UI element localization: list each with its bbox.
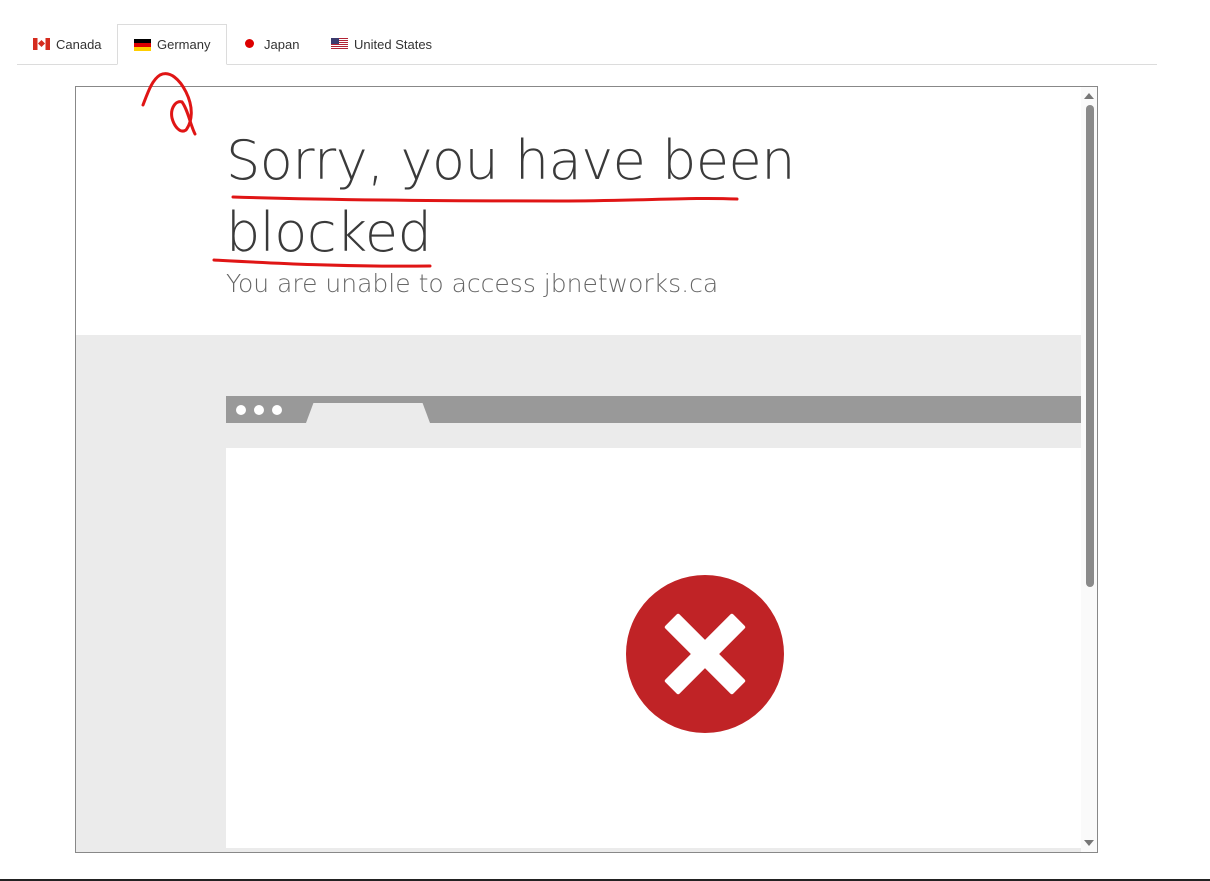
browser-illustration-toolbar xyxy=(226,423,1082,448)
blocked-header: Sorry, you have been blocked You are una… xyxy=(76,87,1082,335)
scroll-down-arrow-icon[interactable] xyxy=(1084,840,1094,846)
country-tab-bar: Canada Germany Japan United States xyxy=(17,24,1157,65)
tab-label: United States xyxy=(354,36,433,52)
page-subtitle: You are unable to access jbnetworks.ca xyxy=(226,269,719,298)
scroll-up-arrow-icon[interactable] xyxy=(1084,93,1094,99)
tab-label: Canada xyxy=(56,36,102,52)
tab-canada[interactable]: Canada xyxy=(17,24,118,64)
vertical-scrollbar[interactable] xyxy=(1081,87,1097,852)
tab-germany[interactable]: Germany xyxy=(117,24,228,65)
window-dot-icon xyxy=(254,405,264,415)
tab-label: Germany xyxy=(157,37,211,52)
scrollbar-thumb[interactable] xyxy=(1086,105,1094,587)
page-title: Sorry, you have been blocked xyxy=(226,129,796,264)
window-dot-icon xyxy=(236,405,246,415)
tab-united-states[interactable]: United States xyxy=(315,24,448,64)
tab-japan[interactable]: Japan xyxy=(225,24,315,64)
us-flag-icon xyxy=(331,38,348,50)
window-dot-icon xyxy=(272,405,282,415)
error-x-icon xyxy=(626,575,784,733)
japan-flag-icon xyxy=(241,38,258,50)
screenshot-frame: Sorry, you have been blocked You are una… xyxy=(75,86,1098,853)
tab-label: Japan xyxy=(264,36,300,52)
germany-flag-icon xyxy=(134,38,151,51)
canada-flag-icon xyxy=(33,38,50,50)
browser-illustration-tab xyxy=(306,403,430,423)
